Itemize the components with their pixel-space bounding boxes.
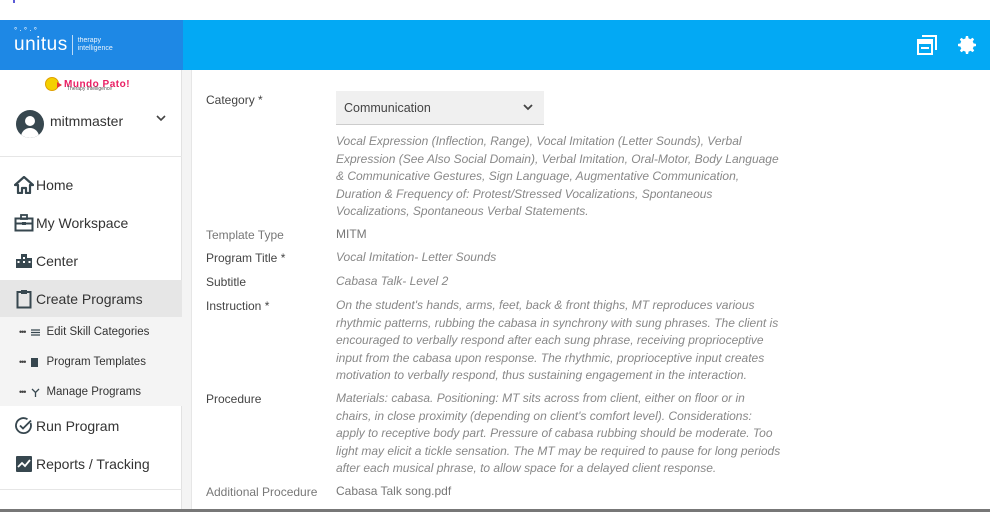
sidebar-item-reports-tracking[interactable]: Reports / Tracking <box>0 445 182 483</box>
subtitle-value[interactable]: Cabasa Talk- Level 2 <box>336 273 781 291</box>
create-programs-submenu: ••• Edit Skill Categories ••• Program Te… <box>0 317 182 406</box>
sidebar-item-label: Center <box>36 253 79 269</box>
clipboard-icon <box>14 289 34 309</box>
branch-icon <box>31 388 41 397</box>
building-icon <box>14 251 34 271</box>
sidebar-item-label: Reports / Tracking <box>36 456 150 472</box>
sidebar-gutter <box>182 70 192 512</box>
procedure-label: Procedure <box>206 392 262 406</box>
cursor-mark <box>13 0 15 3</box>
program-title-label: Program Title * <box>206 251 286 265</box>
instruction-label: Instruction * <box>206 299 270 313</box>
sidebar-item-label: Home <box>36 177 74 193</box>
sidebar-divider <box>0 156 182 157</box>
check-circle-icon <box>14 416 34 436</box>
partner-logo-subtitle: Therapy Intelligence <box>67 86 113 92</box>
template-type-label: Template Type <box>206 228 284 242</box>
bookmark-icon <box>31 357 41 367</box>
sidebar-item-home[interactable]: Home <box>0 166 182 204</box>
category-description: Vocal Expression (Inflection, Range), Vo… <box>336 134 779 218</box>
sidebar-item-my-workspace[interactable]: My Workspace <box>0 204 182 242</box>
tree-dots: ••• <box>19 327 27 337</box>
sidebar-item-create-programs[interactable]: Create Programs <box>0 280 182 318</box>
additional-procedure-file-link[interactable]: Cabasa Talk song.pdf <box>336 483 781 501</box>
chart-icon <box>14 454 34 474</box>
user-menu[interactable]: mitmmaster <box>16 108 166 140</box>
subtitle-label: Subtitle <box>206 275 247 289</box>
brand-separator <box>71 35 73 55</box>
sidebar-subitem-label: Program Templates <box>46 356 146 368</box>
template-type-value: MITM <box>336 227 367 241</box>
category-select[interactable]: Communication <box>336 91 544 125</box>
sidebar-subitem-program-templates[interactable]: ••• Program Templates <box>0 347 182 377</box>
sidebar-item-label: Create Programs <box>36 291 143 307</box>
briefcase-icon <box>14 213 34 233</box>
list-icon <box>31 328 41 336</box>
additional-procedure-label: Additional Procedure <box>206 485 318 499</box>
procedure-value[interactable]: Materials: cabasa. Positioning: MT sits … <box>336 390 781 478</box>
partner-logo: Mundo Pato! Therapy Intelligence <box>45 75 130 93</box>
top-strip <box>0 0 990 20</box>
sidebar-item-run-program[interactable]: Run Program <box>0 407 182 445</box>
chevron-down-icon <box>522 101 534 113</box>
sidebar-subitem-edit-skill-categories[interactable]: ••• Edit Skill Categories <box>0 317 182 347</box>
sidebar: Mundo Pato! Therapy Intelligence mitmmas… <box>0 70 182 512</box>
tree-dots: ••• <box>19 387 27 397</box>
program-form: Category * Communication Vocal Expressio… <box>193 70 990 512</box>
sidebar-subitem-manage-programs[interactable]: ••• Manage Programs <box>0 377 182 407</box>
sidebar-subitem-label: Manage Programs <box>46 386 142 398</box>
brand-logo[interactable]: °·°·° unitus therapy intelligence <box>0 20 183 70</box>
sidebar-subitem-label: Edit Skill Categories <box>46 326 150 338</box>
windows-icon[interactable] <box>914 32 940 58</box>
avatar-icon <box>16 110 44 138</box>
category-selected-value: Communication <box>344 100 431 115</box>
category-label: Category * <box>206 93 263 107</box>
tree-dots: ••• <box>19 357 27 367</box>
username: mitmmaster <box>50 113 124 129</box>
sidebar-item-label: My Workspace <box>36 215 129 231</box>
chevron-down-icon[interactable] <box>156 114 166 125</box>
brand-tagline: therapy intelligence <box>77 37 113 52</box>
app-header: °·°·° unitus therapy intelligence <box>0 20 990 70</box>
program-title-value[interactable]: Vocal Imitation- Letter Sounds <box>336 249 781 267</box>
sidebar-divider <box>0 489 182 490</box>
gear-icon[interactable] <box>954 32 980 58</box>
home-icon <box>14 175 34 195</box>
sidebar-item-center[interactable]: Center <box>0 242 182 280</box>
duck-mascot-icon <box>45 77 62 91</box>
instruction-value[interactable]: On the student's hands, arms, feet, back… <box>336 297 781 385</box>
sidebar-item-label: Run Program <box>36 418 120 434</box>
brand-name: °·°·° unitus <box>14 26 68 55</box>
